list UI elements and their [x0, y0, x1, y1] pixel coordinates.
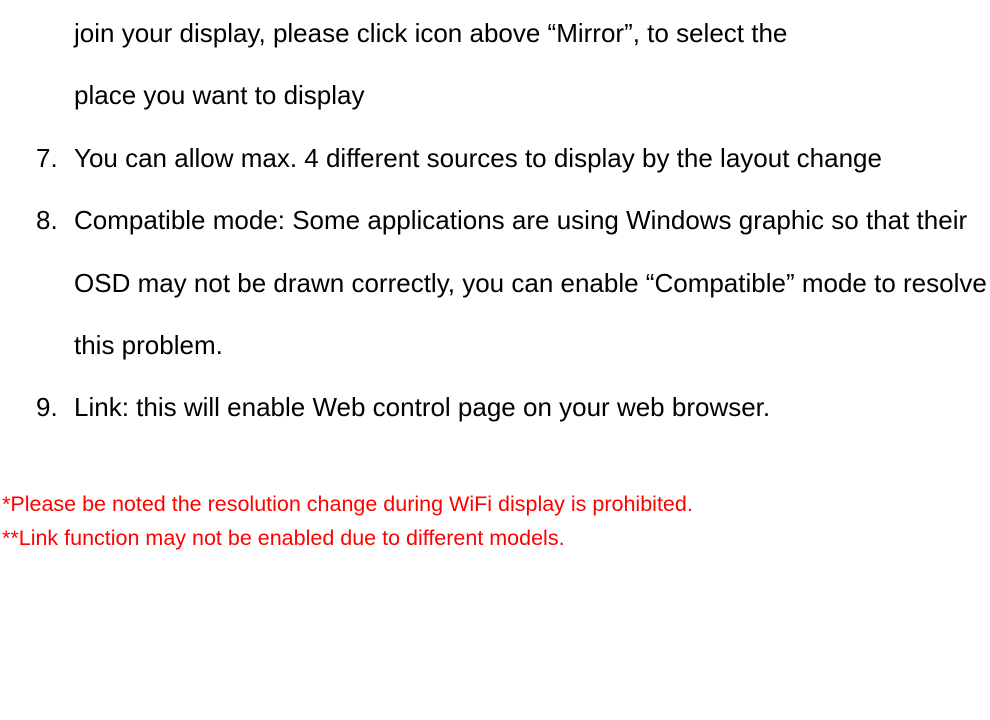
- list-number-7: 7.: [36, 127, 74, 189]
- list-text-9: Link: this will enable Web control page …: [74, 392, 770, 422]
- list-item-9: 9.Link: this will enable Web control pag…: [36, 376, 990, 438]
- footnote-2: **Link function may not be enabled due t…: [2, 521, 990, 555]
- list-number-9: 9.: [36, 376, 74, 438]
- list-item-8: 8.Compatible mode: Some applications are…: [36, 189, 990, 376]
- list-item-7: 7.You can allow max. 4 different sources…: [36, 127, 990, 189]
- footnote-1: *Please be noted the resolution change d…: [2, 487, 990, 521]
- document-page: join your display, please click icon abo…: [0, 0, 990, 720]
- list-number-8: 8.: [36, 189, 74, 251]
- list-text-7: You can allow max. 4 different sources t…: [74, 143, 882, 173]
- continuation-text-line-1: join your display, please click icon abo…: [74, 2, 990, 64]
- continuation-text-line-2: place you want to display: [74, 64, 990, 126]
- list-text-8: Compatible mode: Some applications are u…: [74, 205, 987, 360]
